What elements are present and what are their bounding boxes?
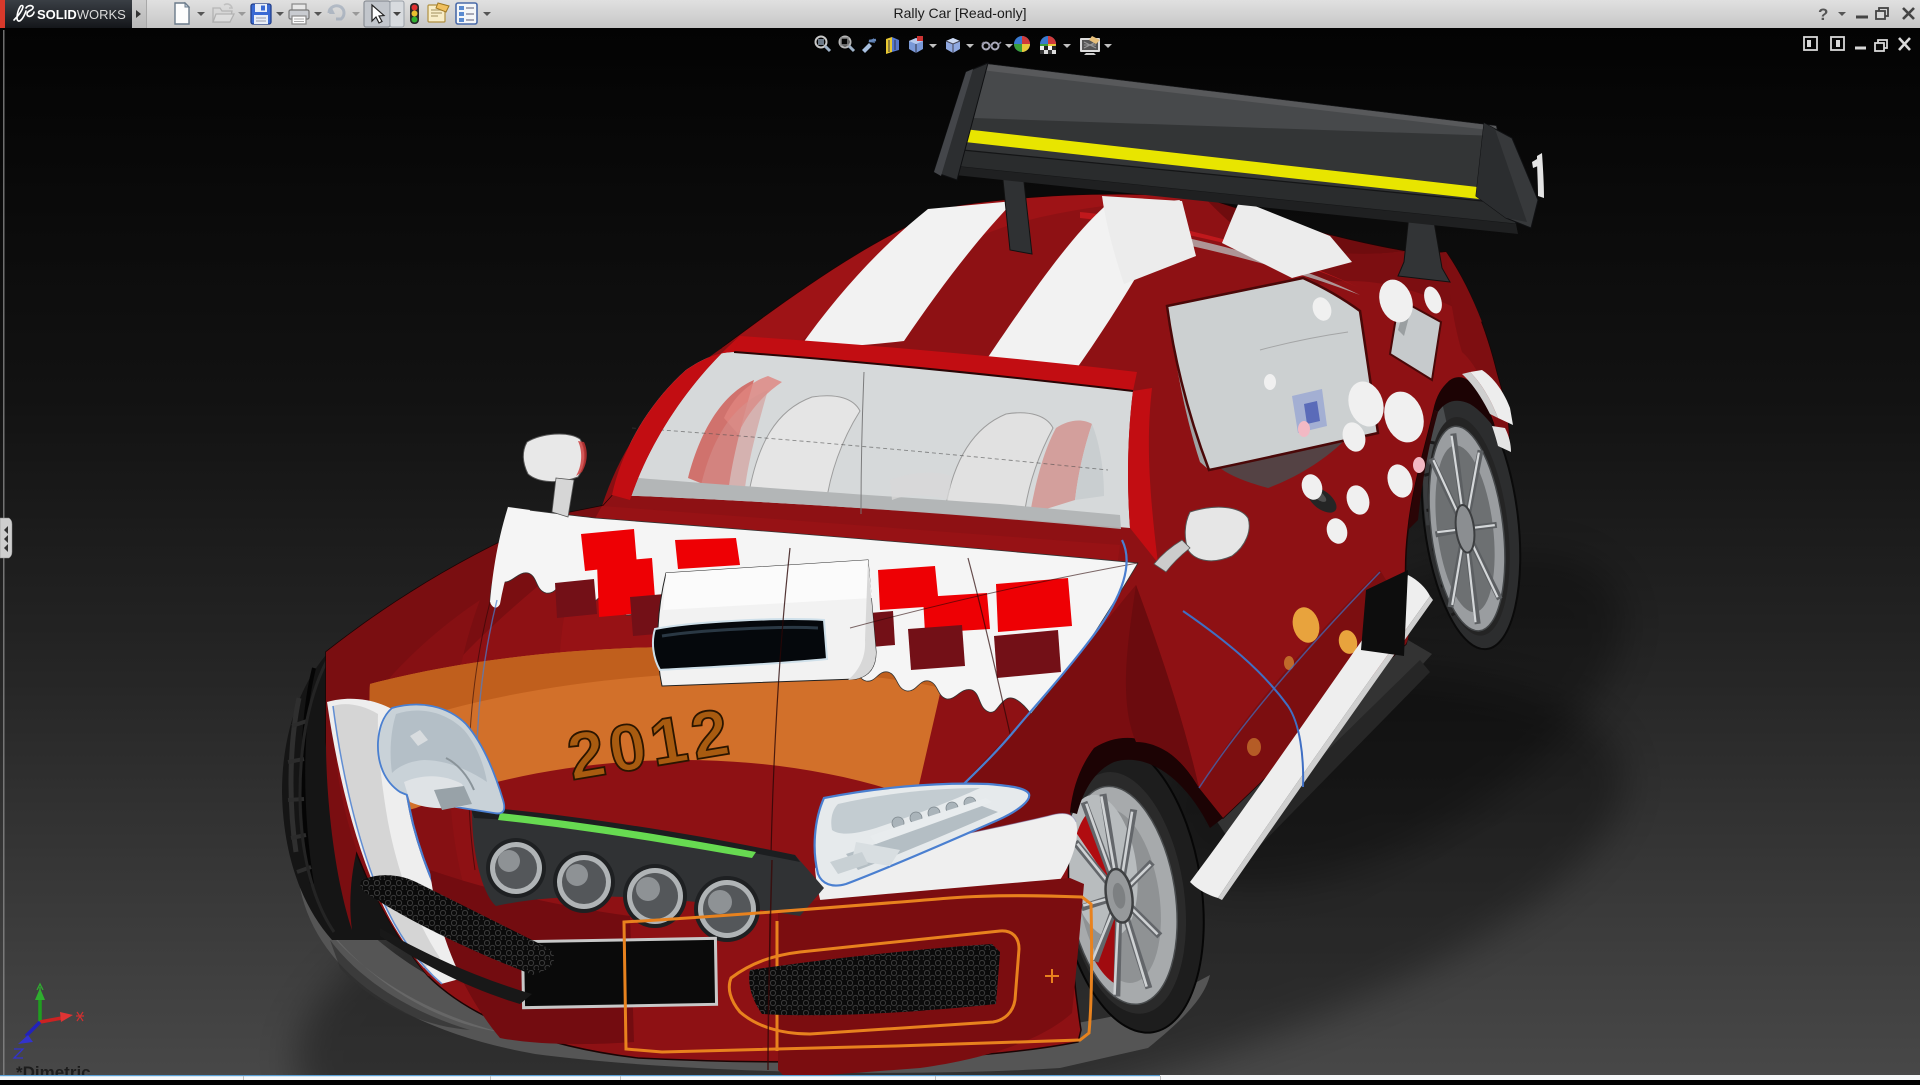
svg-text:?: ?	[1818, 5, 1828, 24]
